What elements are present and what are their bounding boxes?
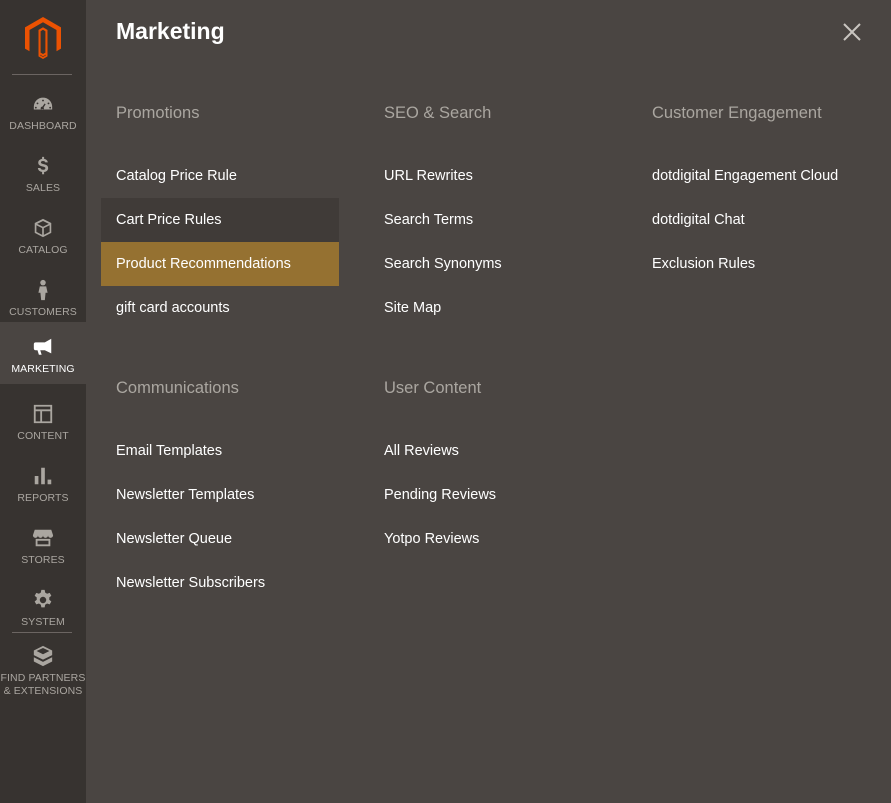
menu-item-newsletter-templates[interactable]: Newsletter Templates (101, 473, 339, 517)
menu-group-customer-engagement: Customer Engagement dotdigital Engagemen… (637, 100, 875, 286)
storefront-icon (31, 526, 55, 550)
blocks-icon (31, 644, 55, 668)
sidebar-item-sales[interactable]: SALES (0, 146, 86, 208)
box-icon (31, 216, 55, 240)
sidebar-item-label: DASHBOARD (9, 120, 77, 132)
sidebar-item-label: FIND PARTNERS & EXTENSIONS (1, 672, 86, 698)
group-title: Promotions (116, 104, 200, 122)
menu-group-seo-search: SEO & Search URL Rewrites Search Terms S… (369, 100, 607, 330)
bar-chart-icon (31, 464, 55, 488)
sidebar-item-label: CONTENT (17, 430, 69, 442)
person-icon (31, 278, 55, 302)
close-icon (843, 23, 861, 41)
menu-group-communications: Communications Email Templates Newslette… (101, 375, 339, 605)
sidebar-item-marketing[interactable]: MARKETING (0, 322, 86, 384)
layout-icon (31, 402, 55, 426)
menu-item-site-map[interactable]: Site Map (369, 286, 607, 330)
close-button[interactable] (840, 20, 864, 44)
menu-item-newsletter-queue[interactable]: Newsletter Queue (101, 517, 339, 561)
sidebar-divider (12, 74, 72, 75)
menu-item-url-rewrites[interactable]: URL Rewrites (369, 154, 607, 198)
sidebar-item-content[interactable]: CONTENT (0, 394, 86, 456)
sidebar-item-find-partners[interactable]: FIND PARTNERS & EXTENSIONS (0, 636, 86, 706)
partners-label-line1: FIND PARTNERS (0, 672, 86, 684)
menu-item-cart-price-rules[interactable]: Cart Price Rules (101, 198, 339, 242)
magento-logo[interactable] (0, 0, 86, 75)
sidebar-item-label: STORES (21, 554, 65, 566)
sidebar-item-label: SALES (25, 182, 61, 194)
sidebar-divider (12, 632, 72, 633)
sidebar-item-label: MARKETING (11, 363, 75, 375)
menu-item-pending-reviews[interactable]: Pending Reviews (369, 473, 607, 517)
menu-item-product-recommendations[interactable]: Product Recommendations (101, 242, 339, 286)
page-title: Marketing (116, 18, 225, 44)
menu-item-gift-card-accounts[interactable]: gift card accounts (101, 286, 339, 330)
menu-item-yotpo-reviews[interactable]: Yotpo Reviews (369, 517, 607, 561)
dollar-icon (31, 154, 55, 178)
sidebar-item-label: CATALOG (18, 244, 68, 256)
sidebar-item-stores[interactable]: STORES (0, 518, 86, 580)
admin-sidebar: DASHBOARD SALES CATALOG CUSTOMERS MARKET… (0, 0, 86, 803)
sidebar-item-catalog[interactable]: CATALOG (0, 208, 86, 270)
sidebar-item-dashboard[interactable]: DASHBOARD (0, 84, 86, 146)
sidebar-item-label: SYSTEM (21, 616, 65, 628)
group-title: Customer Engagement (652, 104, 822, 122)
group-title: SEO & Search (384, 104, 492, 122)
megaphone-icon (31, 335, 55, 359)
menu-group-user-content: User Content All Reviews Pending Reviews… (369, 375, 607, 561)
menu-item-all-reviews[interactable]: All Reviews (369, 429, 607, 473)
group-title: Communications (116, 379, 239, 397)
menu-item-catalog-price-rule[interactable]: Catalog Price Rule (101, 154, 339, 198)
menu-item-email-templates[interactable]: Email Templates (101, 429, 339, 473)
menu-item-search-synonyms[interactable]: Search Synonyms (369, 242, 607, 286)
magento-logo-icon (25, 16, 61, 59)
speedometer-icon (31, 92, 55, 116)
gear-icon (31, 588, 55, 612)
menu-group-promotions: Promotions Catalog Price Rule Cart Price… (101, 100, 339, 330)
sidebar-item-label: CUSTOMERS (9, 306, 77, 318)
menu-item-dotdigital-chat[interactable]: dotdigital Chat (637, 198, 875, 242)
sidebar-item-reports[interactable]: REPORTS (0, 456, 86, 518)
menu-item-newsletter-subscribers[interactable]: Newsletter Subscribers (101, 561, 339, 605)
menu-item-search-terms[interactable]: Search Terms (369, 198, 607, 242)
sidebar-item-label: REPORTS (17, 492, 69, 504)
group-title: User Content (384, 379, 482, 397)
menu-item-dotdigital-engagement-cloud[interactable]: dotdigital Engagement Cloud (637, 154, 875, 198)
menu-item-exclusion-rules[interactable]: Exclusion Rules (637, 242, 875, 286)
partners-label-line2: & EXTENSIONS (3, 685, 83, 697)
